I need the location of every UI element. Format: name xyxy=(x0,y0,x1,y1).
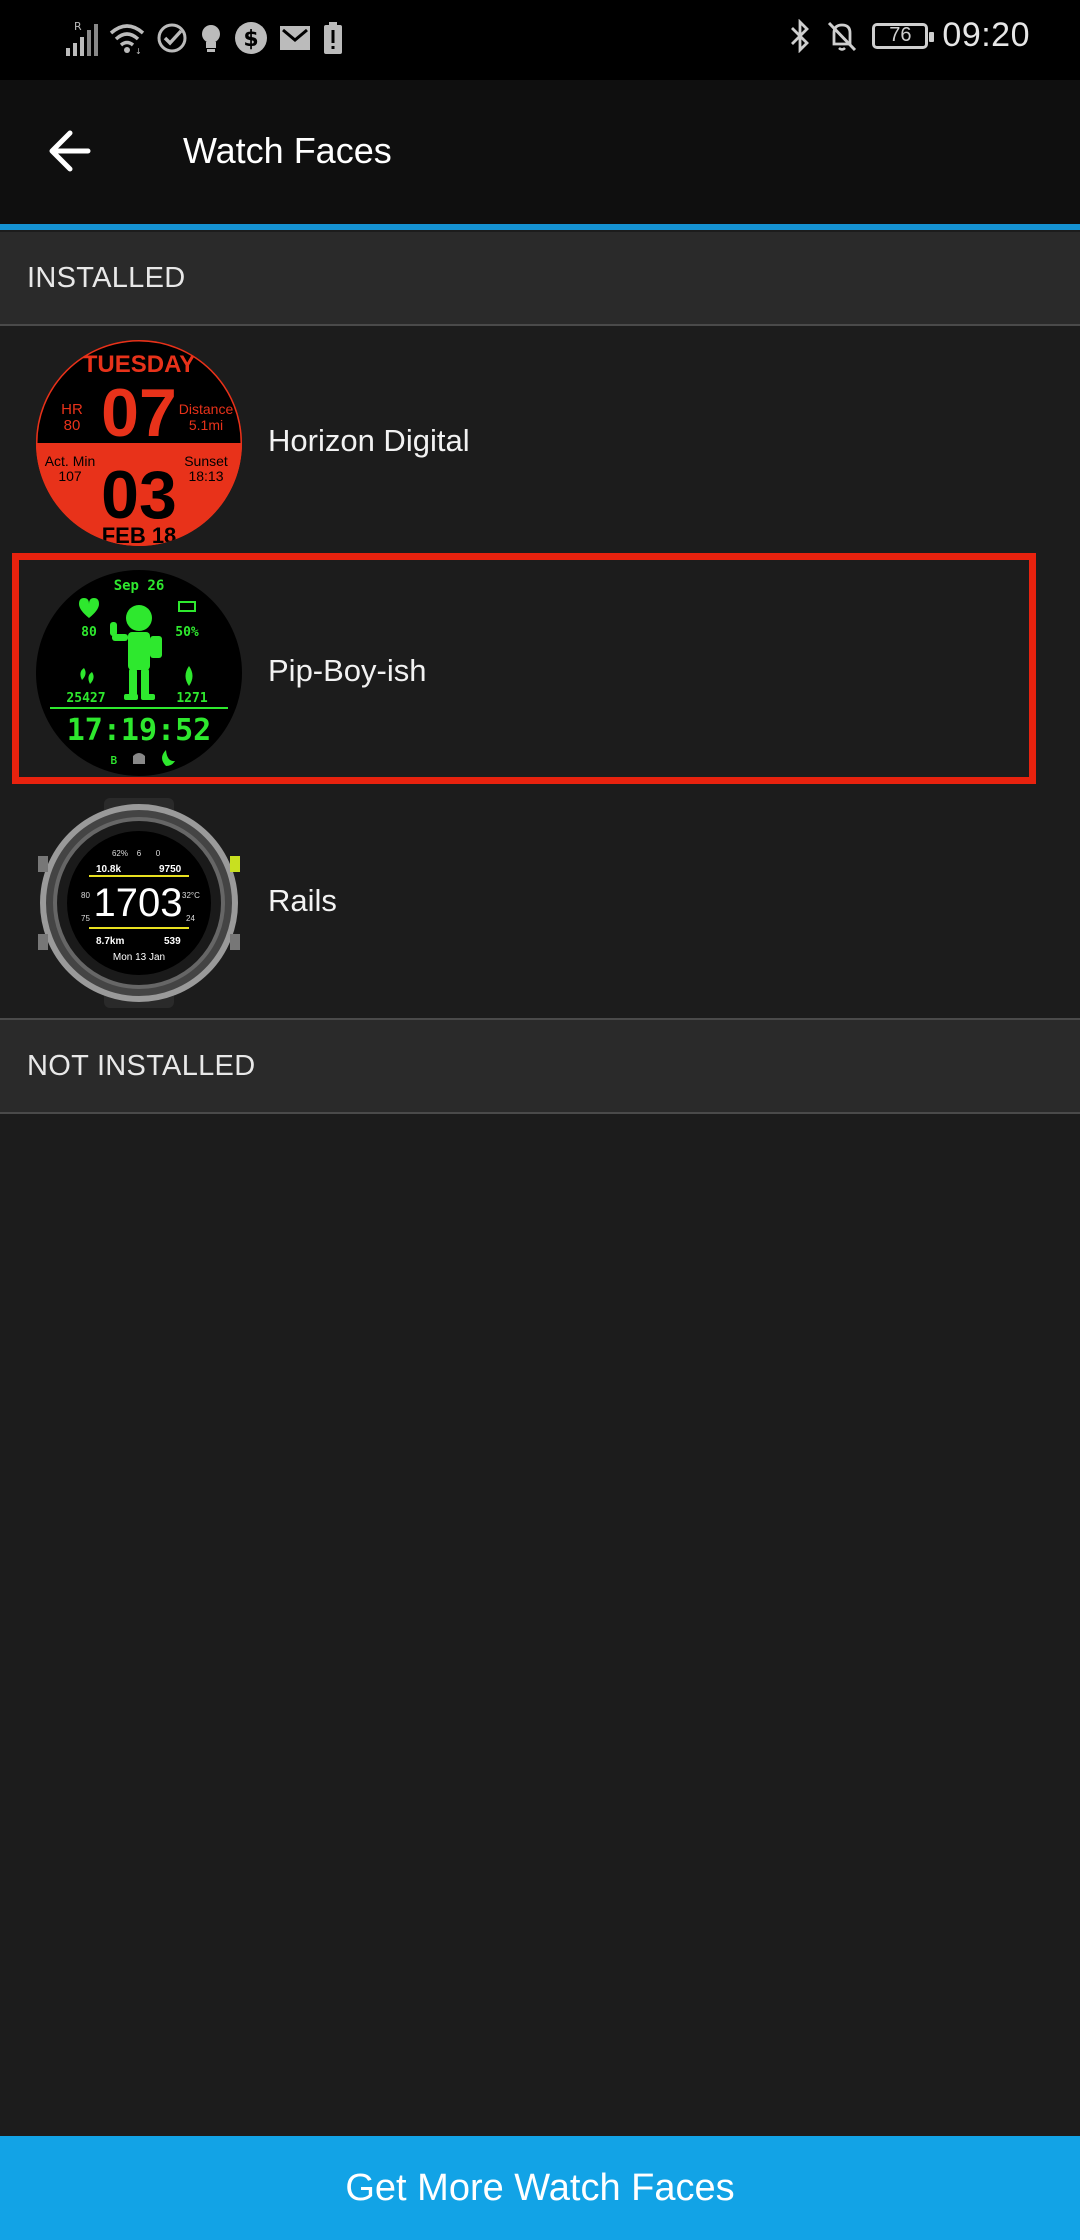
battery-alert-icon xyxy=(324,22,342,54)
watch-face-preview: Sep 26 80 50% 25427 1271 17:19:52 ʙ xyxy=(36,570,242,776)
watch-face-name: Rails xyxy=(268,883,337,918)
arrow-left-icon[interactable] xyxy=(40,118,106,184)
svg-text:1703: 1703 xyxy=(94,881,183,925)
roaming-indicator: R xyxy=(74,20,82,33)
svg-text:80: 80 xyxy=(81,891,90,900)
svg-text:80: 80 xyxy=(64,417,81,434)
svg-text:18:13: 18:13 xyxy=(188,468,223,484)
svg-text:62%: 62% xyxy=(112,849,128,858)
lightbulb-icon xyxy=(202,25,220,52)
watch-face-item-rails[interactable]: 62% 6 0 10.8k 9750 1703 80 75 32°C 24 8.… xyxy=(0,788,1080,1018)
watch-face-name: Horizon Digital xyxy=(268,423,470,458)
svg-text:107: 107 xyxy=(58,468,82,484)
dollar-icon: $ xyxy=(235,22,267,54)
svg-text:FEB 18: FEB 18 xyxy=(102,523,177,548)
svg-text:↓: ↓ xyxy=(135,47,142,55)
page-title: Watch Faces xyxy=(183,130,392,171)
watch-face-item-pip-boy-ish[interactable]: Sep 26 80 50% 25427 1271 17:19:52 ʙ Pip-… xyxy=(0,558,1080,788)
watch-face-name: Pip-Boy-ish xyxy=(268,653,427,688)
battery-level: 76 xyxy=(889,24,912,46)
svg-text:03: 03 xyxy=(101,457,177,533)
watch-face-preview: TUESDAY 07 03 FEB 18 HR 80 Distance 5.1m… xyxy=(36,340,242,548)
status-right-icons: 76 09:20 xyxy=(788,16,1030,55)
svg-text:$: $ xyxy=(243,27,258,52)
svg-text:10.8k: 10.8k xyxy=(96,864,121,875)
svg-text:539: 539 xyxy=(164,936,181,947)
svg-text:17:19:52: 17:19:52 xyxy=(67,713,212,748)
status-time: 09:20 xyxy=(942,16,1030,54)
accent-divider xyxy=(0,224,1080,230)
signal-icon: R xyxy=(66,20,98,56)
svg-text:75: 75 xyxy=(81,914,90,923)
wifi-icon: ↓ xyxy=(109,24,145,55)
status-bar: R ↓ $ 76 09:20 xyxy=(0,0,1080,80)
svg-text:Sep 26: Sep 26 xyxy=(114,578,165,594)
app-bar: Watch Faces xyxy=(0,80,1080,224)
watch-face-item-horizon-digital[interactable]: TUESDAY 07 03 FEB 18 HR 80 Distance 5.1m… xyxy=(0,328,1080,558)
svg-text:Act. Min: Act. Min xyxy=(45,453,96,469)
section-label: INSTALLED xyxy=(27,262,186,294)
svg-text:24: 24 xyxy=(186,914,195,923)
svg-text:Mon 13 Jan: Mon 13 Jan xyxy=(113,952,165,963)
svg-text:25427: 25427 xyxy=(66,691,105,706)
bluetooth-icon xyxy=(791,18,810,53)
svg-text:9750: 9750 xyxy=(159,864,182,875)
section-header-not-installed: NOT INSTALLED xyxy=(0,1020,1080,1114)
svg-text:50%: 50% xyxy=(175,625,199,640)
svg-text:8.7km: 8.7km xyxy=(96,936,124,947)
svg-text:Sunset: Sunset xyxy=(184,453,228,469)
svg-text:0: 0 xyxy=(156,849,161,858)
status-left-icons: R ↓ $ xyxy=(64,18,344,58)
svg-text:07: 07 xyxy=(101,375,177,451)
mail-icon xyxy=(280,26,310,50)
watch-face-preview: 62% 6 0 10.8k 9750 1703 80 75 32°C 24 8.… xyxy=(38,798,240,1008)
section-header-installed: INSTALLED xyxy=(0,232,1080,326)
svg-text:TUESDAY: TUESDAY xyxy=(83,351,195,378)
get-more-watch-faces-button[interactable]: Get More Watch Faces xyxy=(0,2136,1080,2240)
svg-text:80: 80 xyxy=(81,625,97,640)
svg-text:5.1mi: 5.1mi xyxy=(189,417,223,433)
bell-off-icon xyxy=(828,21,857,51)
svg-text:1271: 1271 xyxy=(176,691,207,706)
svg-text:6: 6 xyxy=(137,849,142,858)
svg-text:ʙ: ʙ xyxy=(110,752,118,768)
check-circle-icon xyxy=(157,23,187,53)
battery-icon: 76 xyxy=(872,22,935,49)
section-label: NOT INSTALLED xyxy=(27,1050,256,1082)
svg-text:HR: HR xyxy=(61,401,83,418)
svg-text:32°C: 32°C xyxy=(182,891,200,900)
svg-text:Distance: Distance xyxy=(179,401,234,417)
